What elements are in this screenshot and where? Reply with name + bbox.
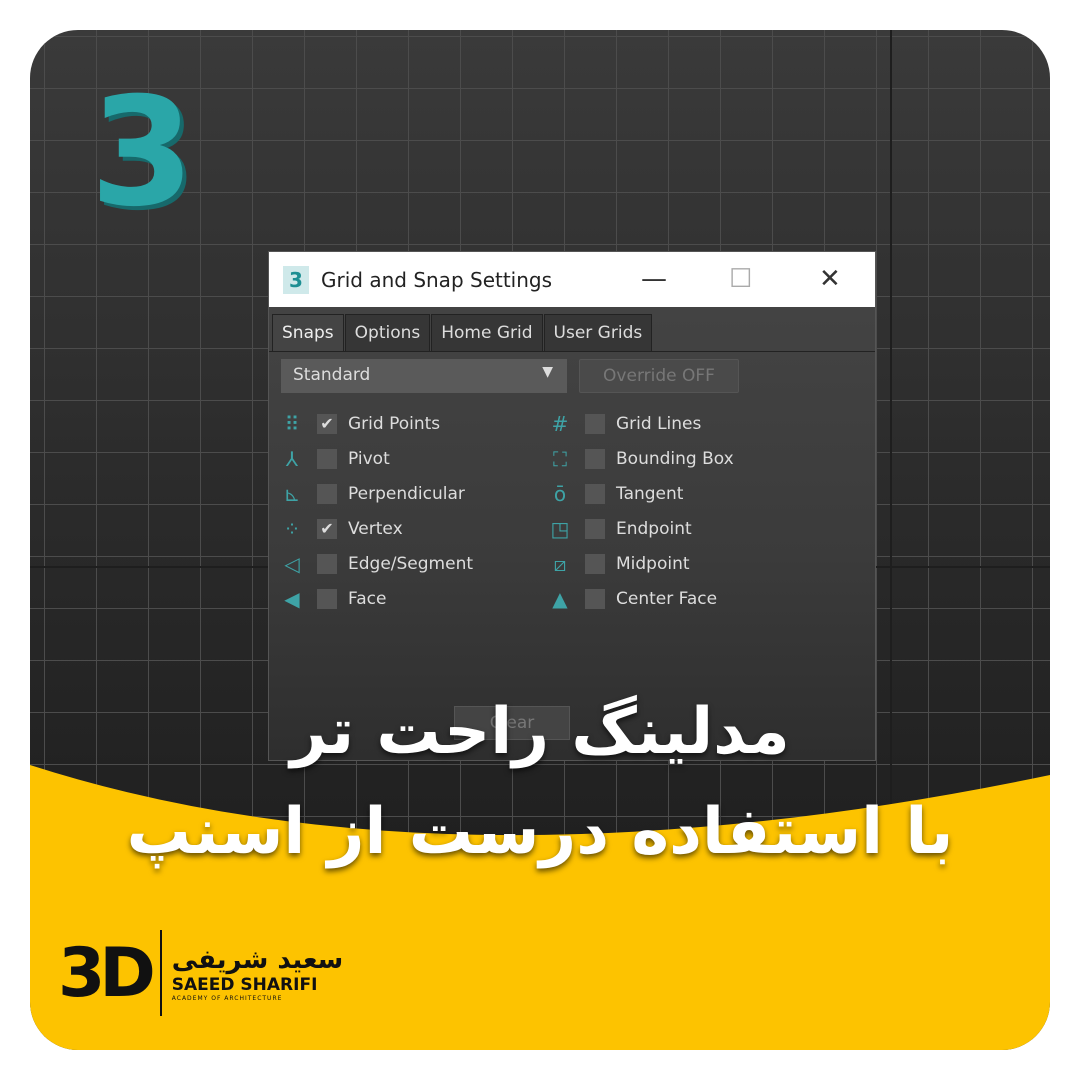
headline-line-1: مدلینگ راحت تر <box>290 695 790 769</box>
brand-mark: 3D <box>58 933 156 1013</box>
brand-divider <box>159 930 162 1016</box>
brand-logo: 3D سعید شریفی SAEED SHARIFI ACADEMY OF A… <box>58 930 343 1016</box>
headline-line-2: با استفاده درست از اسنپ <box>126 795 954 869</box>
yellow-swoosh <box>30 765 1050 1050</box>
brand-tagline: ACADEMY OF ARCHITECTURE <box>171 994 283 1002</box>
brand-name: SAEED SHARIFI <box>171 974 318 995</box>
brand-persian: سعید شریفی <box>171 944 344 975</box>
background-card: 3 3 Grid and Snap Settings — ☐ ✕ Snaps O… <box>30 30 1050 1050</box>
